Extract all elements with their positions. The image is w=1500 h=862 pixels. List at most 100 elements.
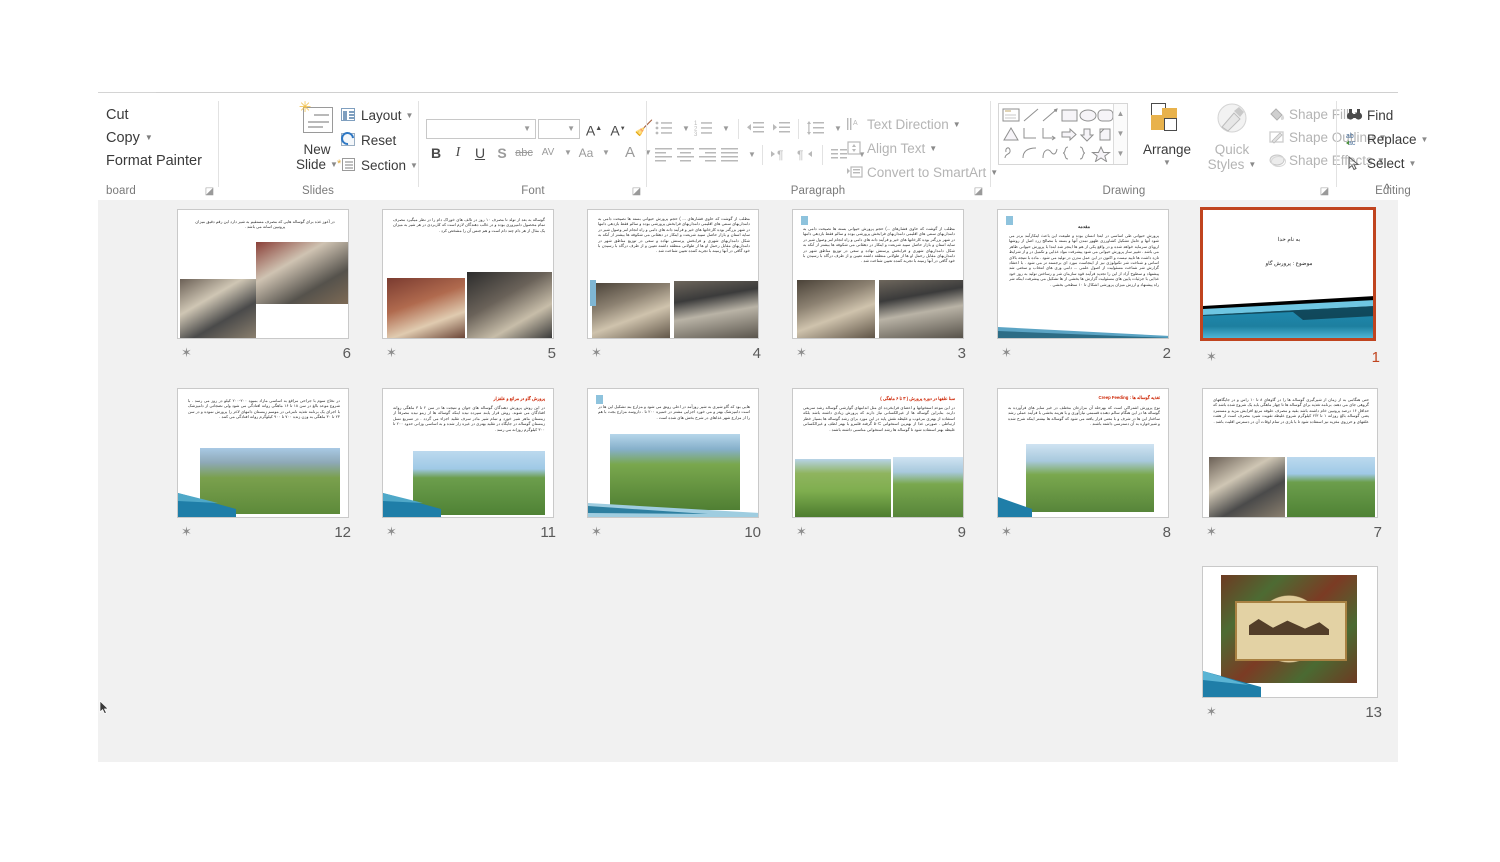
slide-sorter-pane[interactable]: در آغوز غذه برای گوساله هایی که مصرف مست…	[98, 200, 1398, 762]
slide-surface[interactable]: گوساله به بعد از تولد تا مصرف ۱۰ روز در …	[382, 209, 554, 339]
align-right-icon[interactable]	[698, 145, 718, 164]
slide-surface[interactable]: مقدمه پرورش حیوانی طی اساسی در ابتدا انس…	[997, 209, 1169, 339]
drawing-dialog-launcher[interactable]: ◪	[1319, 186, 1330, 197]
slide-thumbnail-1[interactable]: به نام خدا موضوع : پرورش گاو ✶ 1	[1200, 207, 1382, 373]
rtl-text-direction-icon[interactable]: ¶	[796, 145, 816, 164]
strikethrough-button[interactable]: abc	[514, 143, 534, 163]
slide-surface[interactable]: تغذیه گوساله ها : Creep Feeding نوع پرور…	[997, 388, 1169, 518]
copy-button[interactable]: Copy ▼	[106, 130, 153, 146]
increase-indent-icon[interactable]	[772, 119, 792, 138]
slide-number: 2	[1162, 345, 1171, 362]
animation-star-icon[interactable]: ✶	[796, 346, 807, 359]
slide-surface[interactable]: در نخاع سوم با جراحی مراقع به اساسی مازا…	[177, 388, 349, 518]
clipboard-dialog-launcher[interactable]: ◪	[204, 186, 215, 197]
section-button[interactable]: Section▼	[337, 154, 418, 176]
align-left-icon[interactable]	[654, 145, 674, 164]
ltr-text-direction-icon[interactable]: ¶	[770, 145, 790, 164]
shapes-gallery[interactable]: ▲ ▼ ▼	[998, 103, 1128, 165]
change-case-button[interactable]: Aa	[574, 143, 598, 163]
svg-text:A: A	[853, 120, 858, 127]
arrange-button[interactable]: Arrange ▼	[1136, 99, 1198, 173]
select-button[interactable]: Select ▼	[1346, 153, 1416, 174]
numbering-icon[interactable]: 123	[694, 119, 714, 138]
replace-button[interactable]: ab ac Replace ▼	[1346, 129, 1428, 150]
chevron-down-icon[interactable]: ▼	[742, 145, 762, 165]
slide-surface-selected[interactable]: به نام خدا موضوع : پرورش گاو	[1200, 207, 1376, 341]
animation-star-icon[interactable]: ✶	[1206, 525, 1217, 538]
reset-button[interactable]: Reset	[340, 130, 396, 151]
character-spacing-button[interactable]: AV	[536, 143, 560, 163]
slide-thumbnail-12[interactable]: در نخاع سوم با جراحی مراقع به اساسی مازا…	[177, 388, 353, 548]
chevron-down-icon[interactable]: ▼	[828, 119, 848, 139]
shapes-more-icon[interactable]: ▼	[1114, 144, 1127, 164]
calves-pen-photo	[1209, 457, 1285, 517]
slide-number: 9	[957, 524, 966, 541]
slide-surface[interactable]: حتی هنگامی به از زمان از شیرگیری گوساله …	[1202, 388, 1378, 518]
slide-thumbnail-3[interactable]: مطلب از گوشت که حاوی فشارهای ...) حجم پر…	[792, 209, 968, 369]
animation-star-icon[interactable]: ✶	[386, 346, 397, 359]
slide-surface[interactable]: مطلب از گوشت که حاوی فشارهای ... ) حجم پ…	[587, 209, 759, 339]
text-shadow-button[interactable]: S	[492, 143, 512, 163]
shapes-scroll-down-icon[interactable]: ▼	[1114, 124, 1127, 144]
dairy-barn-photo	[797, 280, 875, 338]
animation-star-icon[interactable]: ✶	[796, 525, 807, 538]
italic-button[interactable]: I	[448, 143, 468, 163]
animation-star-icon[interactable]: ✶	[181, 346, 192, 359]
slide-thumbnail-6[interactable]: در آغوز غذه برای گوساله هایی که مصرف مست…	[177, 209, 353, 369]
convert-to-smartart-button[interactable]: Convert to SmartArt ▼	[846, 163, 998, 183]
slide-thumbnail-5[interactable]: گوساله به بعد از تولد تا مصرف ۱۰ روز در …	[382, 209, 558, 369]
slide-surface[interactable]: در آغوز غذه برای گوساله هایی که مصرف مست…	[177, 209, 349, 339]
slide-thumbnail-11[interactable]: پرورش گاو در مراتع و علفزار در این روش پ…	[382, 388, 558, 548]
animation-star-icon[interactable]: ✶	[386, 525, 397, 538]
animation-star-icon[interactable]: ✶	[1206, 705, 1217, 718]
animation-star-icon[interactable]: ✶	[1001, 346, 1012, 359]
quick-styles-button[interactable]: Quick Styles ▼	[1202, 99, 1262, 173]
collapse-ribbon-button[interactable]: ^	[1384, 181, 1390, 196]
align-text-button[interactable]: Align Text ▼	[846, 139, 937, 159]
strikethrough-label: abc	[515, 147, 533, 159]
slide-thumbnail-8[interactable]: تغذیه گوساله ها : Creep Feeding نوع پرور…	[997, 388, 1173, 548]
animation-star-icon[interactable]: ✶	[1001, 525, 1012, 538]
chevron-down-icon[interactable]: ▼	[596, 143, 616, 163]
bullets-icon[interactable]	[654, 119, 674, 138]
slide-surface[interactable]: سنا علفها در دوره پرورش ( ۳ تا ۶ ماهگی )…	[792, 388, 964, 518]
animation-star-icon[interactable]: ✶	[1206, 350, 1217, 363]
line-spacing-icon[interactable]	[806, 119, 826, 138]
bold-button[interactable]: B	[426, 143, 446, 163]
decrease-indent-icon[interactable]	[746, 119, 766, 138]
shapes-scrollbar[interactable]: ▲ ▼ ▼	[1113, 104, 1127, 164]
animation-star-icon[interactable]: ✶	[591, 346, 602, 359]
find-button[interactable]: Find	[1346, 105, 1393, 126]
slide-surface[interactable]: پرورش گاو در مراتع و علفزار در این روش پ…	[382, 388, 554, 518]
grow-font-button[interactable]: A▲	[584, 119, 604, 139]
format-painter-button[interactable]: Format Painter	[106, 153, 202, 169]
layout-button[interactable]: Layout ▼	[340, 105, 413, 126]
animation-star-icon[interactable]: ✶	[591, 525, 602, 538]
font-dialog-launcher[interactable]: ◪	[631, 186, 642, 197]
slide-thumbnail-10[interactable]: هایی بود که گاو شیری به شیر روزآمد در اع…	[587, 388, 763, 548]
slide-surface[interactable]: هایی بود که گاو شیری به شیر روزآمد در اع…	[587, 388, 759, 518]
paragraph-dialog-launcher[interactable]: ◪	[973, 186, 984, 197]
slide-thumbnail-7[interactable]: حتی هنگامی به از زمان از شیرگیری گوساله …	[1202, 388, 1382, 548]
font-name-combo[interactable]: ▼	[426, 119, 536, 139]
justify-icon[interactable]	[720, 145, 740, 164]
slide-body-text: نوع پرورش اشتراکی است که بهرحله آن مزارع…	[1008, 405, 1160, 427]
text-direction-button[interactable]: A Text Direction ▼	[846, 115, 961, 135]
chevron-down-icon[interactable]: ▼	[676, 119, 696, 139]
underline-button[interactable]: U	[470, 143, 490, 163]
chevron-down-icon[interactable]: ▼	[716, 119, 736, 139]
slide-thumbnail-13[interactable]: ✶ 13	[1202, 566, 1382, 726]
slide-thumbnail-2[interactable]: مقدمه پرورش حیوانی طی اساسی در ابتدا انس…	[997, 209, 1173, 369]
shrink-font-button[interactable]: A▼	[608, 119, 628, 139]
align-center-icon[interactable]	[676, 145, 696, 164]
animation-star-icon[interactable]: ✶	[181, 525, 192, 538]
slide-surface[interactable]	[1202, 566, 1378, 698]
slide-surface[interactable]: مطلب از گوشت که حاوی فشارهای ...) حجم پر…	[792, 209, 964, 339]
slide-thumbnail-4[interactable]: مطلب از گوشت که حاوی فشارهای ... ) حجم پ…	[587, 209, 763, 369]
font-color-button[interactable]: A	[620, 143, 640, 163]
smartart-icon	[846, 164, 864, 180]
shapes-scroll-up-icon[interactable]: ▲	[1114, 104, 1127, 124]
slide-thumbnail-9[interactable]: سنا علفها در دوره پرورش ( ۳ تا ۶ ماهگی )…	[792, 388, 968, 548]
font-size-combo[interactable]: ▼	[538, 119, 580, 139]
cut-button[interactable]: Cut	[106, 107, 129, 123]
